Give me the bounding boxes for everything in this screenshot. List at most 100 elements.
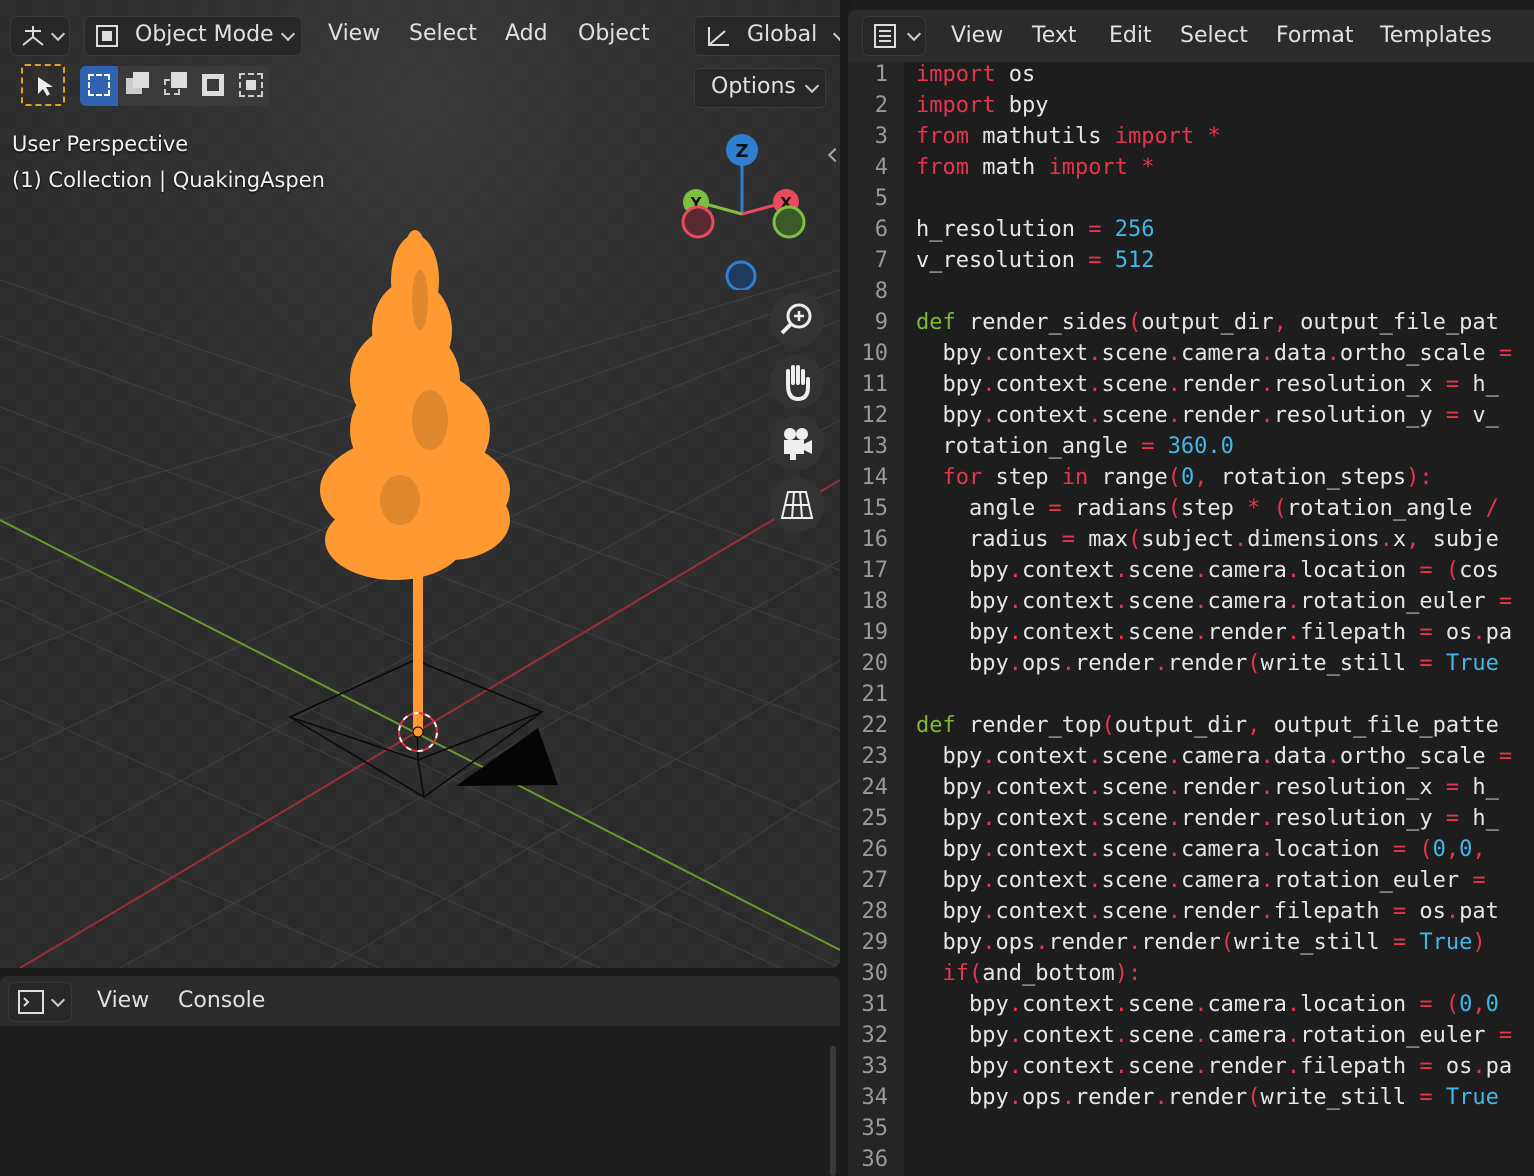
editor-type-button[interactable] <box>10 16 70 56</box>
camera-view-button[interactable] <box>770 416 824 470</box>
code-area[interactable]: import os import bpy from mathutils import… <box>848 62 1534 1176</box>
editor-header: View Text Edit Select Format Templates <box>848 10 1534 62</box>
code-line[interactable]: angle = radians(step * (rotation_angle / <box>916 496 1499 521</box>
code-line[interactable]: bpy.context.scene.camera.data.ortho_scal… <box>916 744 1513 769</box>
code-line[interactable]: radius = max(subject.dimensions.x, subje <box>916 527 1499 552</box>
grid-icon <box>780 491 814 519</box>
zoom-in-icon <box>780 303 812 335</box>
select-invert-icon <box>207 79 219 91</box>
code-line[interactable]: bpy.context.scene.render.resolution_y = … <box>916 806 1499 831</box>
object-origin <box>412 726 424 738</box>
select-new-icon <box>88 74 110 96</box>
gizmo-z-label: Z <box>735 141 748 162</box>
code-line[interactable]: bpy.context.scene.render.resolution_y = … <box>916 403 1499 428</box>
editor-type-button[interactable] <box>862 16 926 56</box>
code-line[interactable]: v_resolution = 512 <box>916 248 1154 273</box>
code-line[interactable]: bpy.context.scene.render.filepath = os.p… <box>916 620 1512 645</box>
view3d-icon <box>22 26 44 46</box>
code-line[interactable]: for step in range(0, rotation_steps): <box>916 465 1433 490</box>
object-mode-icon <box>96 25 118 47</box>
cursor-arrow-icon <box>38 77 53 96</box>
code-line[interactable]: h_resolution = 256 <box>916 217 1154 242</box>
console-menu-view[interactable]: View <box>97 988 149 1013</box>
text-editor-icon <box>874 24 896 48</box>
editor-menu-text[interactable]: Text <box>1032 23 1077 48</box>
navigation-gizmo[interactable]: Z Y X <box>670 130 820 290</box>
select-invert-button[interactable] <box>194 66 232 106</box>
code-line[interactable]: bpy.context.scene.camera.rotation_euler … <box>916 868 1486 893</box>
editor-type-button[interactable] <box>8 982 72 1022</box>
select-intersect-button[interactable] <box>232 66 270 106</box>
code-line[interactable]: from mathutils import * <box>916 124 1221 149</box>
select-extend-icon <box>133 72 149 88</box>
chevron-down-icon <box>50 26 66 42</box>
hand-icon <box>786 365 810 402</box>
code-line[interactable]: from math import * <box>916 155 1154 180</box>
code-line[interactable]: bpy.context.scene.render.resolution_x = … <box>916 775 1499 800</box>
view-perspective-label: User Perspective <box>12 132 189 156</box>
code-line[interactable]: bpy.context.scene.camera.rotation_euler … <box>916 1023 1512 1048</box>
zoom-button[interactable] <box>770 293 824 347</box>
code-line[interactable]: bpy.context.scene.camera.location = (0,0… <box>916 837 1486 862</box>
code-line[interactable]: if(and_bottom): <box>916 961 1142 986</box>
menu-view[interactable]: View <box>328 21 380 46</box>
select-tool-button[interactable] <box>21 64 65 106</box>
gizmo-neg-y-icon[interactable] <box>772 205 806 239</box>
chevron-down-icon <box>906 26 922 42</box>
options-label: Options <box>711 74 796 99</box>
select-intersect-icon <box>246 80 256 90</box>
select-extend-button[interactable] <box>118 66 156 106</box>
select-subtract-icon <box>171 72 187 88</box>
chevron-down-icon <box>280 26 296 42</box>
code-line[interactable]: bpy.context.scene.camera.location = (0,0 <box>916 992 1499 1017</box>
collection-label: (1) Collection | QuakingAspen <box>12 168 325 192</box>
editor-menu-view[interactable]: View <box>951 23 1003 48</box>
python-console[interactable]: View Console <box>0 976 840 1176</box>
viewport-header: Object Mode View Select Add Object Globa… <box>0 0 840 70</box>
console-header: View Console <box>0 976 840 1026</box>
camera-icon <box>784 428 812 460</box>
mode-label: Object Mode <box>135 22 274 47</box>
transform-orientation-icon <box>708 27 729 46</box>
gizmo-neg-x-icon[interactable] <box>681 205 715 239</box>
code-line[interactable]: bpy.context.scene.render.resolution_x = … <box>916 372 1499 397</box>
ortho-toggle-button[interactable] <box>770 478 824 532</box>
code-line[interactable]: bpy.context.scene.render.filepath = os.p… <box>916 899 1499 924</box>
menu-object[interactable]: Object <box>578 21 650 46</box>
code-line[interactable]: bpy.context.scene.camera.rotation_euler … <box>916 589 1512 614</box>
console-menu-console[interactable]: Console <box>178 988 265 1013</box>
select-new-button[interactable] <box>80 66 118 106</box>
code-line[interactable]: def render_sides(output_dir, output_file… <box>916 310 1499 335</box>
selection-mode-group <box>80 66 270 106</box>
text-editor[interactable]: View Text Edit Select Format Templates 1… <box>848 0 1534 1176</box>
orientation-dropdown[interactable]: Global <box>694 16 840 56</box>
code-line[interactable]: bpy.ops.render.render(write_still = True <box>916 1085 1499 1110</box>
console-icon <box>18 990 44 1014</box>
chevron-down-icon <box>832 26 840 42</box>
code-line[interactable]: bpy.ops.render.render(write_still = True… <box>916 930 1486 955</box>
code-line[interactable]: rotation_angle = 360.0 <box>916 434 1234 459</box>
editor-menu-edit[interactable]: Edit <box>1109 23 1152 48</box>
chevron-down-icon <box>50 992 66 1008</box>
editor-menu-format[interactable]: Format <box>1276 23 1354 48</box>
code-line[interactable]: def render_top(output_dir, output_file_p… <box>916 713 1499 738</box>
orientation-label: Global <box>747 22 818 47</box>
mode-dropdown[interactable]: Object Mode <box>84 16 302 56</box>
menu-select[interactable]: Select <box>409 21 477 46</box>
select-subtract-button[interactable] <box>156 66 194 106</box>
pan-button[interactable] <box>770 355 824 409</box>
editor-menu-select[interactable]: Select <box>1180 23 1248 48</box>
code-line[interactable]: bpy.context.scene.render.filepath = os.p… <box>916 1054 1512 1079</box>
code-line[interactable]: import os <box>916 62 1035 87</box>
gizmo-neg-z-icon[interactable] <box>725 260 757 290</box>
console-scrollbar[interactable] <box>830 1046 836 1176</box>
menu-add[interactable]: Add <box>505 21 548 46</box>
3d-viewport[interactable]: Object Mode View Select Add Object Globa… <box>0 0 840 968</box>
code-line[interactable]: bpy.context.scene.camera.data.ortho_scal… <box>916 341 1513 366</box>
code-line[interactable]: bpy.ops.render.render(write_still = True <box>916 651 1499 676</box>
chevron-down-icon <box>804 78 820 94</box>
code-line[interactable]: import bpy <box>916 93 1048 118</box>
editor-menu-templates[interactable]: Templates <box>1380 23 1492 48</box>
code-line[interactable]: bpy.context.scene.camera.location = (cos <box>916 558 1499 583</box>
options-dropdown[interactable]: Options <box>694 68 826 108</box>
